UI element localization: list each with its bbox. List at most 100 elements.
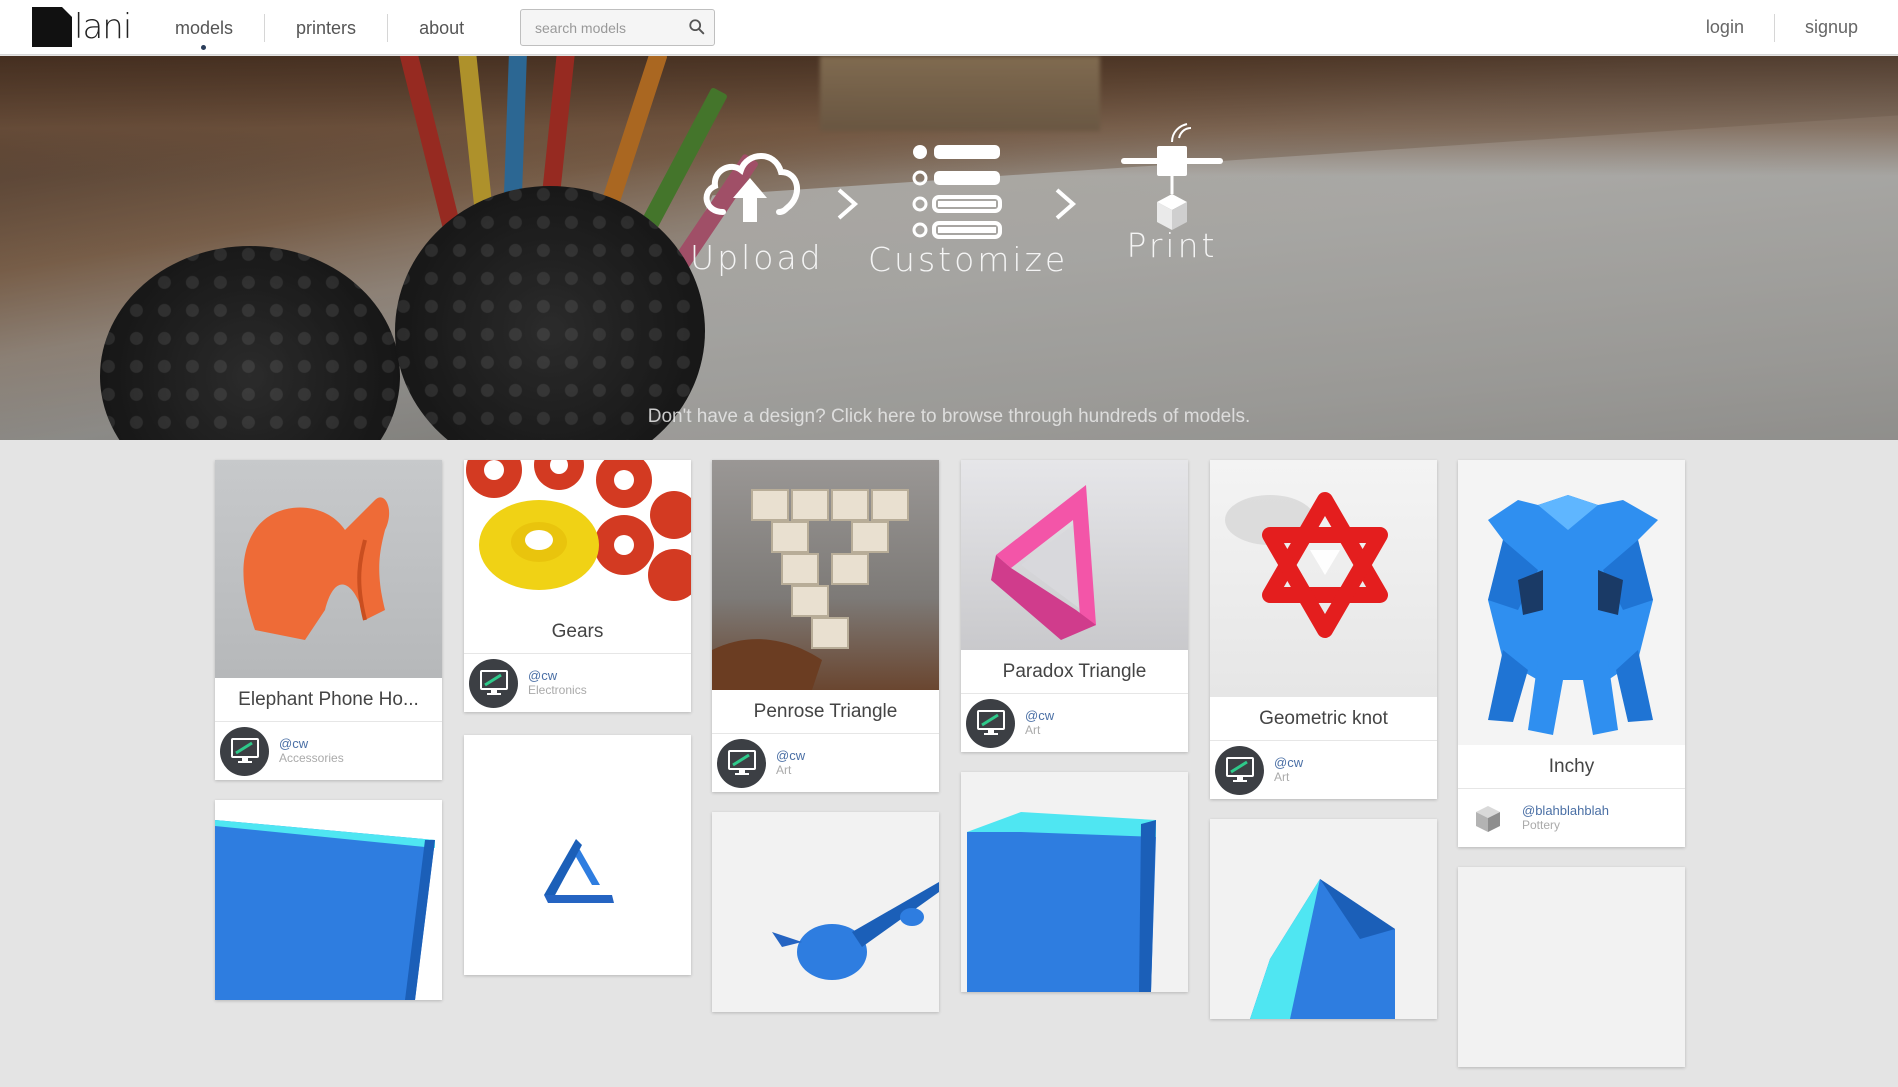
model-category: Pottery	[1522, 818, 1561, 832]
login-link[interactable]: login	[1676, 17, 1774, 38]
active-nav-indicator	[201, 45, 206, 50]
monitor-icon	[976, 710, 1005, 735]
pyramid-model-image	[1250, 879, 1395, 1019]
model-author[interactable]: @cw	[776, 748, 805, 763]
model-column: Inchy @blahblahblah Pottery	[1458, 460, 1685, 1087]
model-thumbnail[interactable]	[712, 460, 939, 690]
model-title[interactable]: Paradox Triangle	[961, 650, 1188, 694]
search-icon[interactable]	[688, 18, 706, 36]
model-thumbnail[interactable]	[712, 812, 939, 1012]
model-meta: @cw Electronics	[464, 654, 691, 712]
model-category: Art	[776, 763, 792, 777]
model-card[interactable]	[215, 800, 442, 1000]
nav-item-models[interactable]: models	[150, 15, 264, 41]
chevron-right-icon	[837, 188, 859, 220]
step-upload-label: Upload	[690, 238, 824, 277]
model-card[interactable]	[712, 812, 939, 1012]
model-card[interactable]	[961, 772, 1188, 992]
model-author[interactable]: @cw	[528, 668, 587, 683]
model-card[interactable]: Penrose Triangle @cw Art	[712, 460, 939, 792]
model-thumbnail[interactable]	[464, 735, 691, 975]
model-meta: @cw Art	[1210, 741, 1437, 799]
monitor-icon	[1225, 757, 1254, 782]
model-thumbnail[interactable]	[961, 772, 1188, 992]
chevron-right-icon	[1055, 188, 1077, 220]
model-card[interactable]	[1458, 867, 1685, 1067]
model-thumbnail[interactable]	[961, 460, 1188, 650]
monitor-icon	[479, 670, 508, 695]
cube-model-image	[215, 820, 435, 1000]
avatar[interactable]	[220, 726, 269, 776]
model-title[interactable]: Elephant Phone Ho...	[215, 678, 442, 722]
model-author[interactable]: @cw	[1025, 708, 1054, 723]
model-thumbnail[interactable]	[1210, 819, 1437, 1019]
auth-links: login signup	[1676, 0, 1858, 55]
site-logo[interactable]: lani	[32, 6, 132, 48]
nav-item-about[interactable]: about	[388, 15, 495, 41]
hero-banner: Upload Customize Print Don't have a desi…	[0, 56, 1898, 440]
model-author[interactable]: @blahblahblah	[1522, 803, 1609, 818]
model-author[interactable]: @cw	[279, 736, 344, 751]
airplane-model-image	[772, 882, 939, 980]
model-category: Electronics	[528, 683, 587, 697]
model-meta: @cw Art	[712, 734, 939, 792]
model-thumbnail[interactable]	[215, 460, 442, 678]
step-upload: Upload	[690, 140, 824, 277]
model-meta-text: @cw Art	[1025, 708, 1054, 738]
nav-item-printers[interactable]: printers	[265, 15, 387, 41]
model-thumbnail[interactable]	[1210, 460, 1437, 697]
avatar[interactable]	[966, 698, 1015, 748]
avatar[interactable]	[469, 658, 518, 708]
model-meta-text: @cw Electronics	[528, 668, 587, 698]
penrose-photo-image	[712, 489, 909, 690]
model-card[interactable]: Elephant Phone Ho... @cw Accessories	[215, 460, 442, 780]
model-thumbnail[interactable]	[464, 460, 691, 610]
model-meta-text: @cw Art	[1274, 755, 1303, 785]
model-card[interactable]	[464, 735, 691, 975]
logo-mark-icon	[32, 6, 73, 47]
model-card[interactable]: Geometric knot @cw Art	[1210, 460, 1437, 799]
step-print: Print	[1117, 123, 1227, 265]
3d-printer-icon	[1121, 123, 1223, 230]
logo-text: lani	[74, 7, 132, 47]
model-title[interactable]: Penrose Triangle	[712, 690, 939, 734]
model-title[interactable]: Gears	[464, 610, 691, 654]
model-thumbnail[interactable]	[1458, 867, 1685, 1067]
model-meta-text: @cw Art	[776, 748, 805, 778]
model-category: Art	[1274, 770, 1290, 784]
cube-model-image	[967, 812, 1156, 992]
search-box	[520, 9, 715, 46]
step-print-label: Print	[1126, 226, 1218, 265]
cloud-upload-icon	[703, 153, 800, 222]
elephant-model-image	[243, 497, 390, 640]
inchy-model-image	[1488, 495, 1658, 735]
model-thumbnail[interactable]	[1458, 460, 1685, 745]
model-meta: @blahblahblah Pottery	[1458, 789, 1685, 847]
model-column: Elephant Phone Ho... @cw Accessories	[215, 460, 442, 1020]
browse-models-link[interactable]: Don't have a design? Click here to brows…	[0, 406, 1898, 428]
search-input[interactable]	[521, 10, 681, 45]
model-card[interactable]: Gears @cw Electronics	[464, 460, 691, 712]
penrose-model-image	[544, 839, 614, 903]
model-title[interactable]: Inchy	[1458, 745, 1685, 789]
avatar[interactable]	[1463, 794, 1512, 843]
model-column: Paradox Triangle @cw Art	[961, 460, 1188, 1012]
signup-link[interactable]: signup	[1775, 17, 1858, 38]
step-customize-label: Customize	[868, 240, 1069, 279]
avatar[interactable]	[717, 738, 766, 788]
monitor-icon	[230, 738, 259, 763]
model-column: Geometric knot @cw Art	[1210, 460, 1437, 1039]
step-customize: Customize	[868, 140, 1069, 279]
model-thumbnail[interactable]	[215, 800, 442, 1000]
model-card[interactable]	[1210, 819, 1437, 1019]
model-column: Gears @cw Electronics	[464, 460, 691, 995]
geometric-knot-image	[1225, 492, 1388, 638]
avatar[interactable]	[1215, 745, 1264, 795]
model-meta: @cw Accessories	[215, 722, 442, 780]
cube-avatar-icon	[1475, 806, 1500, 832]
model-author[interactable]: @cw	[1274, 755, 1303, 770]
model-card[interactable]: Paradox Triangle @cw Art	[961, 460, 1188, 752]
model-meta-text: @cw Accessories	[279, 736, 344, 766]
model-card[interactable]: Inchy @blahblahblah Pottery	[1458, 460, 1685, 847]
model-title[interactable]: Geometric knot	[1210, 697, 1437, 741]
